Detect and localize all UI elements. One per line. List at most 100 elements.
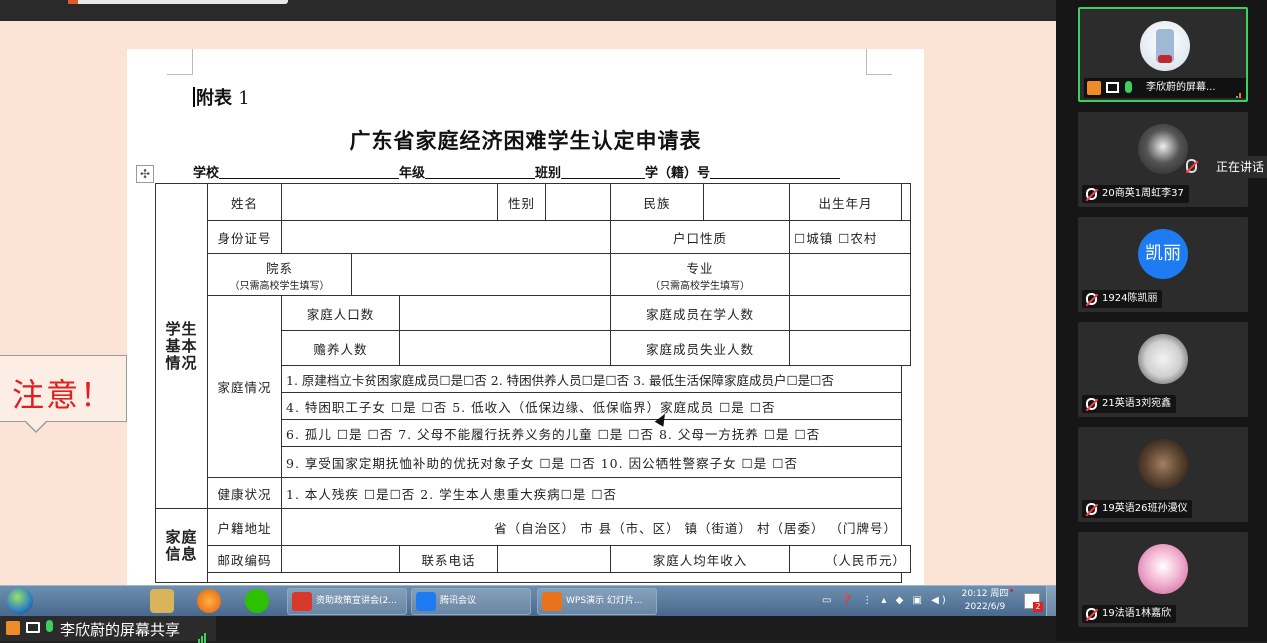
participant-name: 19法语1林嘉欣 xyxy=(1102,608,1172,619)
participant-name: 19英语26班孙漫仪 xyxy=(1102,503,1188,514)
application-form-table: 学生基本情况 姓名 性别 民族 出生年月 身份证号 户口性质 ☐城镇 ☐农村 院… xyxy=(155,183,911,583)
label-hukou: 户口性质 xyxy=(610,220,790,254)
taskbar-task-meeting[interactable]: 腾讯会议 xyxy=(411,588,531,615)
show-desktop-button[interactable] xyxy=(1046,586,1056,617)
participant-name-bar: 21英语3刘宛鑫 xyxy=(1082,395,1177,413)
table-move-handle-icon[interactable]: ✣ xyxy=(136,165,154,183)
major-note: （只需高校学生填写） xyxy=(650,280,750,292)
taskbar-task-wps[interactable]: WPS演示 幻灯片... xyxy=(537,588,657,615)
field-major[interactable] xyxy=(789,253,911,296)
field-birth[interactable] xyxy=(901,183,911,221)
label-gender: 性别 xyxy=(497,183,546,221)
mic-muted-icon xyxy=(1086,188,1097,200)
browser-tab[interactable] xyxy=(68,0,288,4)
top-strip xyxy=(0,0,1056,21)
student-id-blank[interactable] xyxy=(710,165,841,179)
section-family-info: 家庭信息 xyxy=(155,508,208,583)
student-id-label: 学（籍）号 xyxy=(645,166,711,181)
participant-name-bar: 李欣蔚的屏幕... xyxy=(1084,78,1246,98)
field-phone[interactable] xyxy=(497,545,611,573)
bottle-cap xyxy=(1158,55,1172,63)
page-corner-mark xyxy=(866,49,892,75)
field-household-size[interactable] xyxy=(399,295,611,331)
field-unemployed-members[interactable] xyxy=(789,330,911,366)
file-explorer-icon[interactable] xyxy=(150,589,174,613)
major-text: 专业 xyxy=(686,260,714,276)
school-blank[interactable] xyxy=(219,165,400,179)
section-basic-info: 学生基本情况 xyxy=(155,183,208,509)
address-template[interactable]: 省（自治区） 市 县（市、区） 镇（街道） 村（居委） （门牌号） xyxy=(281,508,902,546)
faculty-text: 院系 xyxy=(265,260,293,276)
start-button-icon[interactable] xyxy=(7,588,33,614)
screen-share-icon xyxy=(26,622,40,633)
tab-favicon xyxy=(68,0,78,4)
label-idcard: 身份证号 xyxy=(207,220,282,254)
notification-dot xyxy=(1010,589,1013,592)
bottom-bar: 李欣蔚的屏幕共享 xyxy=(0,616,1056,643)
class-blank[interactable] xyxy=(561,165,646,179)
family-situation-line-1[interactable]: 1. 原建档立卡贫困家庭成员☐是☐否 2. 特困供养人员☐是☐否 3. 最低生活… xyxy=(281,365,902,393)
field-dependents[interactable] xyxy=(399,330,611,366)
windows-taskbar: 资助政策宣讲会(2... 腾讯会议 WPS演示 幻灯片... ▭ ❓ ⋮ ▴ ◆… xyxy=(0,585,1056,617)
signal-strength-icon xyxy=(198,624,207,643)
family-situation-line-2[interactable]: 4. 特困职工子女 ☐是 ☐否 5. 低收入（低保边缘、低保临界）家庭成员 ☐是… xyxy=(281,392,902,420)
label-family-situation: 家庭情况 xyxy=(207,295,282,478)
participant-panel: 李欣蔚的屏幕... 20商英1周虹李37 凯丽 1924陈凯丽 21英语3刘宛鑫… xyxy=(1056,0,1267,641)
participant-tile[interactable]: 凯丽 1924陈凯丽 xyxy=(1078,217,1248,312)
field-gender[interactable] xyxy=(545,183,611,221)
screen-share-label: 李欣蔚的屏幕共享 xyxy=(0,616,216,643)
field-name[interactable] xyxy=(281,183,498,221)
avatar xyxy=(1138,439,1188,489)
wechat-icon[interactable] xyxy=(245,589,269,613)
family-situation-line-3[interactable]: 6. 孤儿 ☐是 ☐否 7. 父母不能履行抚养义务的儿童 ☐是 ☐否 8. 父母… xyxy=(281,419,902,447)
hukou-options[interactable]: ☐城镇 ☐农村 xyxy=(789,220,911,254)
participant-name: 21英语3刘宛鑫 xyxy=(1102,398,1172,409)
grade-label: 年级 xyxy=(399,166,426,181)
participant-name: 李欣蔚的屏幕... xyxy=(1146,82,1216,93)
field-idcard[interactable] xyxy=(281,220,611,254)
taskbar-task-briefing[interactable]: 资助政策宣讲会(2... xyxy=(287,588,407,615)
participant-tile[interactable]: 19英语26班孙漫仪 xyxy=(1078,427,1248,522)
clock-time: 20:12 周四 xyxy=(961,589,1009,599)
income-unit[interactable]: （人民币元） xyxy=(789,545,911,573)
avatar: 凯丽 xyxy=(1138,229,1188,279)
field-postcode[interactable] xyxy=(281,545,400,573)
participant-tile[interactable]: 19法语1林嘉欣 xyxy=(1078,532,1248,627)
attention-callout: 注意！ xyxy=(0,355,127,433)
system-clock[interactable]: 20:12 周四 2022/6/9 xyxy=(957,588,1013,614)
participant-tile[interactable]: 21英语3刘宛鑫 xyxy=(1078,322,1248,417)
avatar xyxy=(1138,334,1188,384)
action-center-flag-icon[interactable]: 2 xyxy=(1024,593,1043,612)
label-health: 健康状况 xyxy=(207,477,282,509)
school-label: 学校 xyxy=(193,166,220,181)
screen-share-icon xyxy=(1106,82,1119,93)
flag-badge: 2 xyxy=(1033,602,1043,612)
tencent-meeting-icon xyxy=(416,592,436,611)
system-tray-icons[interactable]: ▭ ❓ ⋮ ▴ ◆ ▣ ◀) xyxy=(822,595,949,606)
label-name: 姓名 xyxy=(207,183,282,221)
label-dependents: 赡养人数 xyxy=(281,330,400,366)
school-info-line: 学校 年级 班别 学（籍）号 xyxy=(193,162,841,181)
label-phone: 联系电话 xyxy=(399,545,498,573)
participant-tile[interactable]: 李欣蔚的屏幕... xyxy=(1078,7,1248,102)
participant-name-bar: 19法语1林嘉欣 xyxy=(1082,605,1177,623)
health-options[interactable]: 1. 本人残疾 ☐是☐否 2. 学生本人患重大疾病☐是 ☐否 xyxy=(281,477,902,509)
share-label-text: 李欣蔚的屏幕共享 xyxy=(60,621,181,639)
appendix-text: 附表 xyxy=(196,88,232,109)
document-title: 广东省家庭经济困难学生认定申请表 xyxy=(349,128,702,153)
family-situation-line-4[interactable]: 9. 享受国家定期抚恤补助的优抚对象子女 ☐是 ☐否 10. 因公牺牲警察子女 … xyxy=(281,446,902,478)
field-studying-members[interactable] xyxy=(789,295,911,331)
field-faculty[interactable] xyxy=(351,253,611,296)
field-ethnicity[interactable] xyxy=(703,183,790,221)
mic-muted-icon xyxy=(1086,608,1097,620)
firefox-icon[interactable] xyxy=(197,589,221,613)
page-corner-mark xyxy=(167,49,193,75)
wps-writer-icon xyxy=(292,592,312,611)
speaking-mic-muted-icon xyxy=(1186,159,1197,173)
participant-name-bar: 1924陈凯丽 xyxy=(1082,290,1163,308)
avatar xyxy=(1140,21,1190,71)
mic-muted-icon xyxy=(1086,293,1097,305)
text-caret xyxy=(193,87,195,107)
avatar xyxy=(1138,124,1188,174)
grade-blank[interactable] xyxy=(425,165,536,179)
